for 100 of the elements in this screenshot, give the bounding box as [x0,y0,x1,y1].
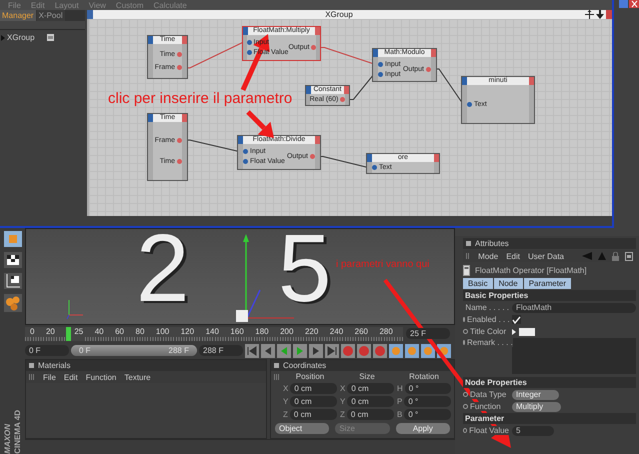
window-title: XGroup [324,10,354,19]
output-port[interactable] [340,97,346,102]
expand-arrow-icon[interactable] [512,328,516,334]
close-icon[interactable] [629,0,639,8]
step-forward-icon[interactable] [309,344,323,358]
axis-checker-icon[interactable] [2,272,22,290]
arrow [240,34,270,92]
play-back-icon[interactable] [277,344,291,358]
coordinate-field[interactable]: 0 cm [290,409,337,420]
menu-item[interactable]: Edit [64,372,78,382]
color-swatch[interactable] [519,328,535,336]
record-icon[interactable] [341,344,355,358]
output-port[interactable] [177,159,182,164]
output-port[interactable] [310,154,315,159]
output-port[interactable] [426,66,431,72]
node-icon [463,264,470,276]
axis-label: Z [340,410,345,420]
apply-button[interactable]: Apply [396,423,450,434]
range-start-label: 0 F [79,345,91,356]
step-back-icon[interactable] [261,344,275,358]
animation-dot-icon[interactable] [463,428,468,433]
frame-label: 220 [304,326,318,338]
go-end-icon[interactable] [325,344,339,358]
grip-icon[interactable] [29,374,35,380]
value-field[interactable]: 5 [512,426,554,436]
grip-icon[interactable] [274,374,280,380]
axis-label: P [397,397,402,406]
record-icon[interactable] [373,344,387,358]
coordinate-field[interactable]: 0 ° [404,383,451,394]
move-icon[interactable] [585,10,594,19]
spheres-icon[interactable] [2,293,22,313]
input-port[interactable] [372,165,377,170]
range-end-label: 288 F [168,345,189,356]
frame-label: 40 [94,326,104,338]
frame-label: 80 [136,326,144,338]
dropdown[interactable]: Integer [512,390,559,400]
field-label: Data Type [470,390,506,399]
coordinate-field[interactable]: 0 cm [346,409,394,420]
text-object: 2 [136,229,190,317]
layer-icon [46,34,54,41]
start-frame-field[interactable]: 0 F [25,345,69,356]
frame-label: 120 [180,326,194,338]
rotate-key-icon[interactable] [421,344,435,358]
coordinate-field[interactable]: 0 cm [290,383,337,394]
section-header: Node Properties [463,377,636,388]
panel-icon [466,241,471,246]
brand-text: MAXON [3,422,12,454]
output-port[interactable] [311,45,316,50]
menu-item[interactable]: Texture [124,372,151,382]
menu-item[interactable]: Function [86,372,116,382]
frame-label: 140 [206,326,219,338]
color-tab-icon [87,10,93,19]
frame-label: 240 [330,326,344,338]
output-port[interactable] [177,52,182,57]
frame-label: 100 [156,326,170,338]
object-title: FloatMath Operator [FloatMath] [475,266,587,274]
animation-dot-icon[interactable] [463,329,468,334]
menu-item[interactable]: Mode [478,252,498,260]
record-icon[interactable] [357,344,371,358]
current-frame-field[interactable]: 25 F [406,328,450,340]
scale-key-icon[interactable] [405,344,419,358]
end-frame-field[interactable]: 288 F [199,345,243,356]
playhead[interactable]: 25 [66,326,84,341]
axis-label: Y [340,397,346,406]
input-port[interactable] [467,102,472,106]
down-arrow-icon[interactable] [596,10,604,19]
checker-icon[interactable] [2,251,22,269]
output-port[interactable] [177,65,182,70]
coordinate-field[interactable]: 0 cm [347,396,394,408]
name-field[interactable]: FloatMath [512,302,636,312]
panel-title: Materials [38,361,70,370]
play-icon[interactable] [293,344,307,358]
dropdown[interactable]: Multiply [512,402,562,412]
animation-dot-icon[interactable] [463,392,468,397]
axis-label: B [397,410,402,420]
dropdown[interactable]: Object [275,423,330,434]
tab[interactable]: X-Pool [36,10,65,21]
coordinate-field[interactable]: 0 cm [347,383,394,394]
object-tool-icon[interactable] [2,230,22,248]
menu-item[interactable]: Edit [506,252,520,260]
checkbox[interactable] [512,315,521,324]
timeline-ruler[interactable]: 0 20 25 40 60 80 100 120 140 160 180 200 220 240 260 280 [25,326,403,341]
field-label: Name . . . . . [465,303,509,312]
tab[interactable]: Parameter [524,278,572,289]
tab[interactable]: Basic [463,278,493,289]
menu-item[interactable]: User Data [528,252,564,260]
coordinate-field[interactable]: 0 ° [404,396,451,408]
go-start-icon[interactable] [245,344,259,358]
output-port[interactable] [177,138,182,143]
lock-icon[interactable] [612,252,619,260]
animation-dot-icon[interactable] [463,404,468,409]
tab[interactable]: Node [494,278,523,289]
text-object: 5 [278,229,332,317]
coordinate-field[interactable]: 0 cm [290,396,337,408]
move-key-icon[interactable] [389,344,403,358]
new-panel-icon[interactable] [625,252,633,260]
coordinate-field[interactable]: 0 ° [404,409,451,420]
tree-item[interactable]: XGroup [7,33,35,42]
menu-item[interactable]: File [43,372,56,382]
axis-label: Y [283,397,288,406]
